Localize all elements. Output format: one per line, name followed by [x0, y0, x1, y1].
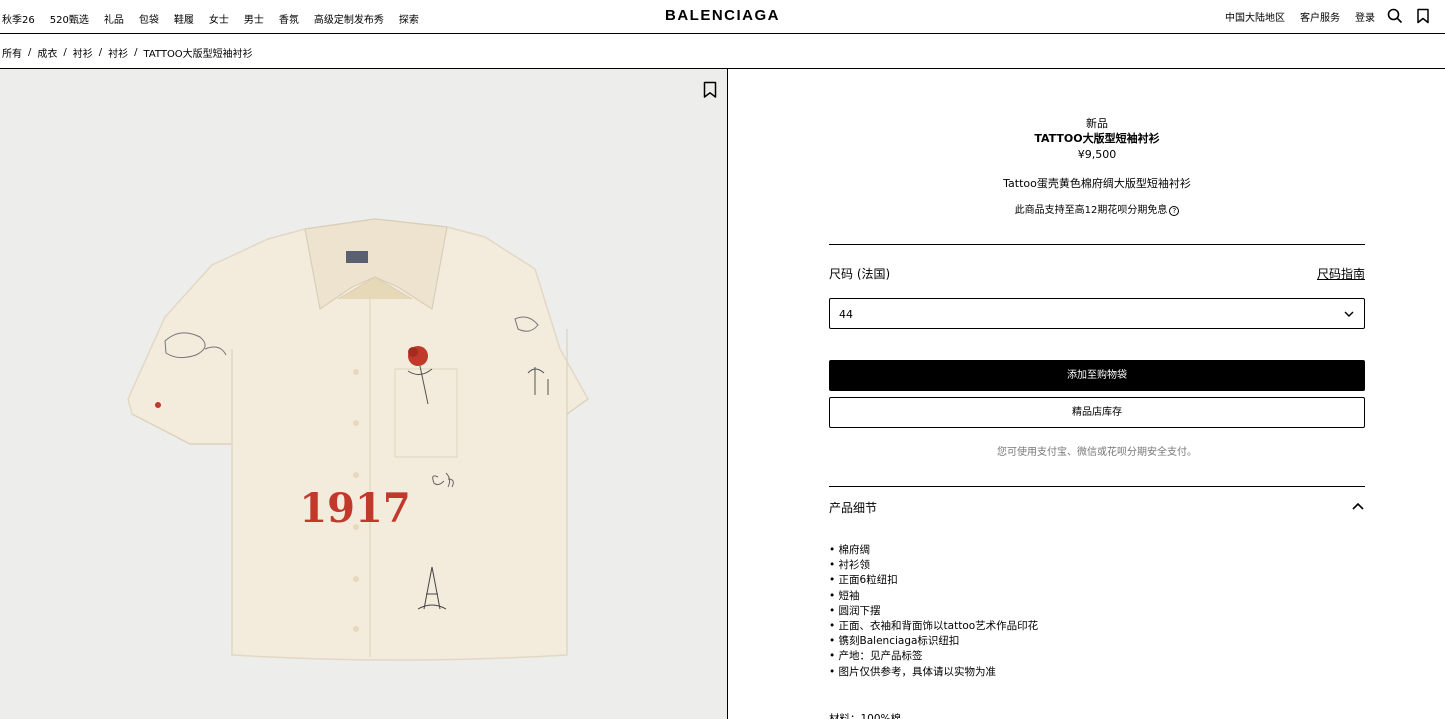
breadcrumb-separator: /: [98, 47, 103, 58]
size-label: 尺码 (法国): [829, 267, 891, 281]
nav-item-fragrance[interactable]: 香氛: [279, 11, 299, 26]
add-to-bag-button[interactable]: 添加至购物袋: [829, 360, 1365, 391]
nav-item-explore[interactable]: 探索: [399, 11, 419, 26]
details-list: 棉府绸 衬衫领 正面6粒纽扣 短袖 圆润下摆 正面、衣袖和背面饰以tattoo艺…: [829, 543, 1039, 680]
top-navigation: 秋季26 520甄选 礼品 包袋 鞋履 女士 男士 香氛 高级定制发布秀 探索 …: [0, 0, 1445, 34]
list-item: 衬衫领: [829, 558, 1038, 573]
size-guide-link[interactable]: 尺码指南: [1317, 265, 1365, 282]
nav-item-men[interactable]: 男士: [244, 11, 264, 26]
nav-item-shoes[interactable]: 鞋履: [174, 11, 194, 26]
list-item: 正面6粒纽扣: [829, 573, 1038, 588]
wishlist-bookmark-icon[interactable]: [703, 81, 717, 99]
breadcrumb-shirts-sub[interactable]: 衬衫: [108, 45, 128, 60]
breadcrumb-separator: /: [63, 47, 67, 58]
list-item: 正面、衣袖和背面饰以tattoo艺术作品印花: [829, 619, 1039, 634]
divider: [829, 486, 1365, 487]
list-item: 圆润下摆: [829, 604, 1038, 619]
nav-item-fall26[interactable]: 秋季26: [2, 11, 35, 26]
brand-logo[interactable]: BALENCIAGA: [665, 7, 780, 24]
installment-text: 此商品支持至高12期花呗分期免息: [1014, 205, 1168, 216]
product-price: ¥9,500: [1077, 148, 1117, 161]
size-select[interactable]: 44: [829, 298, 1365, 329]
product-description: Tattoo蛋壳黄色棉府绸大版型短袖衬衫: [1003, 177, 1191, 190]
nav-item-gifts[interactable]: 礼品: [104, 11, 124, 26]
breadcrumb-separator: /: [28, 47, 32, 58]
breadcrumb: 所有 / 成衣 / 衬衫 / 衬衫 / TATTOO大版型短袖衬衫: [2, 45, 253, 60]
breadcrumb-separator: /: [134, 47, 138, 58]
divider: [829, 244, 1365, 245]
list-item: 产地：见产品标签: [829, 649, 1038, 664]
list-item: 棉府绸: [829, 543, 1038, 558]
installment-info: 此商品支持至高12期花呗分期免息?: [829, 201, 1365, 216]
product-image-panel[interactable]: 1917: [0, 69, 727, 719]
nav-item-520[interactable]: 520甄选: [50, 11, 89, 26]
nav-item-bags[interactable]: 包袋: [139, 11, 159, 26]
shirt-print-text: 1917: [299, 485, 410, 532]
details-heading[interactable]: 产品细节: [829, 499, 877, 516]
size-select-value: 44: [839, 308, 853, 321]
material-info: 材料：100%棉: [829, 713, 902, 719]
product-image: 1917: [127, 218, 589, 661]
payment-note: 您可使用支付宝、微信或花呗分期安全支付。: [997, 447, 1197, 458]
customer-service-link[interactable]: 客户服务: [1300, 9, 1340, 24]
breadcrumb-all[interactable]: 所有: [2, 45, 22, 60]
main-menu: 秋季26 520甄选 礼品 包袋 鞋履 女士 男士 香氛 高级定制发布秀 探索: [2, 11, 434, 26]
nav-item-women[interactable]: 女士: [209, 11, 229, 26]
chevron-up-icon[interactable]: [1351, 500, 1365, 512]
breadcrumb-current: TATTOO大版型短袖衬衫: [143, 49, 253, 60]
list-item: 图片仅供参考，具体请以实物为准: [829, 665, 1038, 680]
help-icon[interactable]: ?: [1169, 206, 1180, 216]
breadcrumb-shirts[interactable]: 衬衫: [73, 45, 93, 60]
nav-item-couture[interactable]: 高级定制发布秀: [314, 11, 384, 26]
new-badge: 新品: [1086, 117, 1108, 130]
bookmark-icon[interactable]: [1415, 8, 1431, 24]
search-icon[interactable]: [1387, 8, 1403, 24]
panel-divider: [727, 69, 728, 719]
region-selector[interactable]: 中国大陆地区: [1225, 9, 1285, 24]
list-item: 镌刻Balenciaga标识纽扣: [829, 634, 1038, 649]
store-stock-button[interactable]: 精品店库存: [829, 397, 1365, 428]
chevron-down-icon: [1344, 311, 1354, 317]
list-item: 短袖: [829, 589, 1038, 604]
login-link[interactable]: 登录: [1355, 9, 1375, 24]
breadcrumb-ready-to-wear[interactable]: 成衣: [37, 45, 57, 60]
product-title: TATTOO大版型短袖衬衫: [1034, 132, 1160, 145]
